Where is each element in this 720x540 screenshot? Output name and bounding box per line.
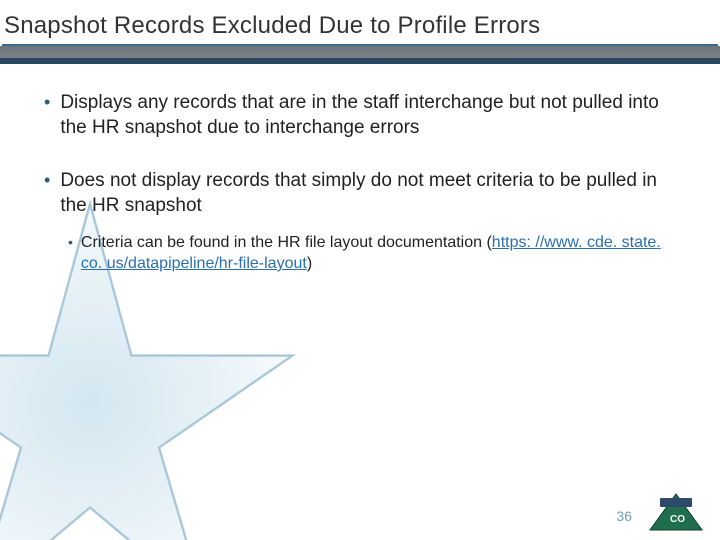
- sub-bullet-prefix: Criteria can be found in the HR file lay…: [81, 234, 492, 251]
- slide-header: Snapshot Records Excluded Due to Profile…: [0, 0, 720, 64]
- slide-content: • Displays any records that are in the s…: [44, 90, 676, 298]
- header-blue-band: [0, 58, 720, 64]
- bullet-level1: • Does not display records that simply d…: [44, 168, 676, 218]
- header-grey-band: [0, 46, 720, 58]
- bullet-dot-icon: •: [68, 232, 73, 274]
- bullet-dot-icon: •: [44, 90, 50, 140]
- slide-title: Snapshot Records Excluded Due to Profile…: [4, 12, 540, 40]
- page-number: 36: [616, 508, 632, 524]
- slide: Snapshot Records Excluded Due to Profile…: [0, 0, 720, 540]
- bullet-text: Criteria can be found in the HR file lay…: [81, 232, 676, 274]
- sub-bullet-suffix: ): [307, 255, 312, 272]
- bullet-level1: • Displays any records that are in the s…: [44, 90, 676, 140]
- bullet-text: Displays any records that are in the sta…: [60, 90, 676, 140]
- logo-text: CO: [670, 514, 685, 525]
- bullet-dot-icon: •: [44, 168, 50, 218]
- bullet-text: Does not display records that simply do …: [60, 168, 676, 218]
- bullet-level2: • Criteria can be found in the HR file l…: [68, 232, 676, 274]
- co-logo: CO: [648, 492, 704, 532]
